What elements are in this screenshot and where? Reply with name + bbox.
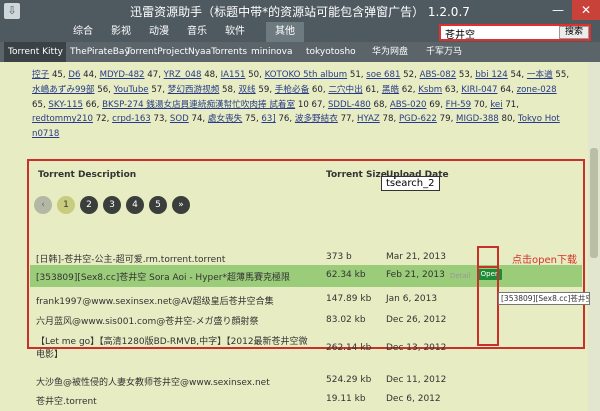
- torrent-description[interactable]: 【Let me go】【高清1280版BD-RMVB,中字】【2012最新苍井空…: [36, 336, 316, 362]
- window-title: 迅雷资源助手（标题中带*的资源站可能包含弹窗广告） 1.2.0.7: [130, 5, 470, 19]
- tag-link[interactable]: 處女喪失: [208, 114, 242, 124]
- tag-link[interactable]: FH-59: [446, 100, 471, 110]
- tag-link[interactable]: crpd-163: [112, 114, 151, 124]
- tag-link[interactable]: HYAZ: [357, 114, 380, 124]
- torrent-size: 524.29 kb: [326, 375, 372, 385]
- search-box: 搜索: [439, 24, 591, 41]
- torrent-size: 147.89 kb: [326, 294, 372, 304]
- upload-date: Dec 13, 2012: [386, 343, 447, 353]
- torrent-size: 62.34 kb: [326, 270, 366, 280]
- table-row[interactable]: 【Let me go】【高清1280版BD-RMVB,中字】【2012最新苍井空…: [30, 333, 582, 373]
- tab-mininova[interactable]: mininova: [251, 42, 293, 62]
- menu-item-software[interactable]: 软件: [216, 22, 254, 42]
- tag-link[interactable]: YRZ_048: [164, 70, 202, 80]
- table-row[interactable]: 六月蓝风@www.sis001.com@苍井空-メガ盛り顔射祭 83.02 kb…: [30, 311, 582, 333]
- header-description: Torrent Description: [38, 170, 137, 180]
- tag-link[interactable]: 63]: [261, 114, 275, 124]
- upload-date: Dec 6, 2012: [386, 394, 441, 404]
- tag-link[interactable]: 水嶋あずみ99部: [32, 85, 95, 95]
- tag-cloud: 控子 45, D6 44, MDYD-482 47, YRZ_048 48, I…: [32, 70, 570, 140]
- vertical-scrollbar[interactable]: [588, 62, 600, 411]
- tag-link[interactable]: 二穴中出: [328, 85, 362, 95]
- tag-link[interactable]: MDYD-482: [100, 70, 145, 80]
- torrent-size: 83.02 kb: [326, 315, 366, 325]
- tab-nyaatorrents[interactable]: NyaaTorrents: [188, 42, 247, 62]
- minimize-button[interactable]: —: [544, 0, 572, 20]
- torrent-description[interactable]: [353809][Sex8.cc]苍井空 Sora Aoi - Hyper*超薄…: [36, 270, 290, 283]
- menu-item-music[interactable]: 音乐: [178, 22, 216, 42]
- close-button[interactable]: ✕: [572, 0, 600, 20]
- tag-link[interactable]: 黑皓: [382, 85, 399, 95]
- search-input[interactable]: [443, 27, 556, 39]
- tag-link[interactable]: SKY-115: [48, 100, 83, 110]
- tag-link[interactable]: ABS-020: [390, 100, 427, 110]
- open-cell-highlight: [477, 246, 499, 268]
- tag-link[interactable]: soe 681: [366, 70, 400, 80]
- menu-item-anime[interactable]: 动漫: [140, 22, 178, 42]
- upload-date: Feb 21, 2013: [386, 270, 445, 280]
- tag-link[interactable]: kei: [490, 100, 502, 110]
- table-row-highlighted[interactable]: [353809][Sex8.cc]苍井空 Sora Aoi - Hyper*超薄…: [30, 265, 582, 287]
- header-size: Torrent Size: [326, 170, 387, 180]
- header-date: Upload Date: [386, 170, 449, 180]
- tag-link[interactable]: D6: [68, 70, 80, 80]
- table-row[interactable]: 苍井空.torrent 19.11 kb Dec 6, 2012: [30, 390, 582, 411]
- tag-link[interactable]: 手枪必备: [275, 85, 309, 95]
- tooltip: [353809][Sex8.cc]苍井空 S: [498, 292, 590, 305]
- tag-link[interactable]: 梦幻西游视频: [168, 85, 220, 95]
- tag-link[interactable]: YouTube: [114, 85, 149, 95]
- tag-link[interactable]: 波多野結衣: [295, 114, 338, 124]
- site-tabs: Torrent Kitty ThePirateBay TorrentProjec…: [0, 42, 600, 62]
- tag-link[interactable]: SOD: [170, 114, 189, 124]
- tag-link[interactable]: BKSP-274 銭湯女店員連続痴漢幇忙吹肉捧 試着室: [102, 100, 295, 110]
- tag-link[interactable]: bbi 124: [475, 70, 507, 80]
- torrent-description[interactable]: 六月蓝风@www.sis001.com@苍井空-メガ盛り顔射祭: [36, 314, 259, 327]
- tag-link[interactable]: KOTOKO 5th album: [265, 70, 348, 80]
- tag-link[interactable]: zone-028: [517, 85, 557, 95]
- annotation-text: 点击open下载: [512, 255, 577, 266]
- scroll-thumb[interactable]: [590, 148, 598, 258]
- search-button[interactable]: 搜索: [559, 26, 589, 39]
- torrent-description[interactable]: 大沙鱼@被性侵的人妻女教师苍井空@www.sexinsex.net: [36, 375, 270, 388]
- upload-date: Jan 6, 2013: [386, 294, 438, 304]
- detail-link[interactable]: Detail: [450, 272, 471, 280]
- torrent-size: 19.11 kb: [326, 394, 366, 404]
- torrent-description[interactable]: 苍井空.torrent: [36, 394, 97, 407]
- tag-link[interactable]: IA151: [221, 70, 246, 80]
- tag-link[interactable]: Ksbm: [418, 85, 442, 95]
- tag-link[interactable]: MIGD-388: [456, 114, 499, 124]
- tab-tokyotosho[interactable]: tokyotosho: [306, 42, 356, 62]
- tag-link[interactable]: 一本道: [527, 70, 553, 80]
- torrent-description[interactable]: [日韩]-苍井空-公主-超可爱.rm.torrent.torrent: [36, 252, 225, 265]
- tab-qianjunwanma[interactable]: 千军万马: [426, 42, 462, 62]
- tag-link[interactable]: 双线: [238, 85, 255, 95]
- menu-item-video[interactable]: 影视: [102, 22, 140, 42]
- title-bar: ⇩ 迅雷资源助手（标题中带*的资源站可能包含弹窗广告） 1.2.0.7 — ✕: [0, 0, 600, 22]
- upload-date: Mar 21, 2013: [386, 252, 446, 262]
- upload-date: Dec 26, 2012: [386, 315, 447, 325]
- torrent-size: 262.14 kb: [326, 343, 372, 353]
- torrent-description[interactable]: frank1997@www.sexinsex.net@AV超级皇后苍井空合集: [36, 294, 274, 307]
- tab-torrent-kitty[interactable]: Torrent Kitty: [4, 42, 66, 62]
- tab-thepiratebay[interactable]: ThePirateBay: [70, 42, 130, 62]
- tag-link[interactable]: redtommy210: [32, 114, 93, 124]
- tab-huawei-disk[interactable]: 华为网盘: [372, 42, 408, 62]
- tag-link[interactable]: SDDL-480: [328, 100, 371, 110]
- tag-link[interactable]: ABS-082: [420, 70, 457, 80]
- tab-torrentproject[interactable]: TorrentProject: [126, 42, 188, 62]
- upload-date: Dec 11, 2012: [386, 375, 447, 385]
- tag-link[interactable]: 控子: [32, 70, 49, 80]
- torrent-size: 373 b: [326, 252, 352, 262]
- menu-item-other[interactable]: 其他: [266, 22, 304, 42]
- tag-link[interactable]: KIRI-047: [461, 85, 497, 95]
- tag-link[interactable]: PGD-622: [399, 114, 437, 124]
- menu-item-general[interactable]: 综合: [64, 22, 102, 42]
